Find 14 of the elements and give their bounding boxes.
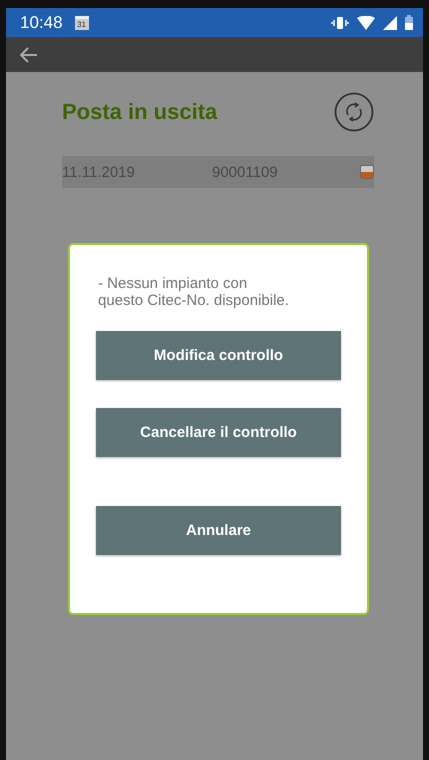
action-button[interactable]: Cancellare il controllo <box>96 408 341 457</box>
refresh-icon[interactable] <box>334 92 374 132</box>
vibrate-icon <box>331 16 349 30</box>
calendar-icon: 31 <box>74 16 89 30</box>
dialog-message: - Nessun impianto con questo Citec-No. disponibile. <box>97 275 290 309</box>
action-button[interactable]: Modifica controllo <box>96 331 341 380</box>
wifi-icon <box>357 16 375 30</box>
signal-icon <box>383 16 397 30</box>
status-time: 10:48 <box>20 12 63 32</box>
cancel-button[interactable]: Annulare <box>96 506 341 555</box>
back-arrow-icon[interactable] <box>20 46 38 62</box>
battery-icon <box>405 15 413 30</box>
page-title: Posta in uscita <box>62 99 218 125</box>
status-icon <box>360 165 374 179</box>
